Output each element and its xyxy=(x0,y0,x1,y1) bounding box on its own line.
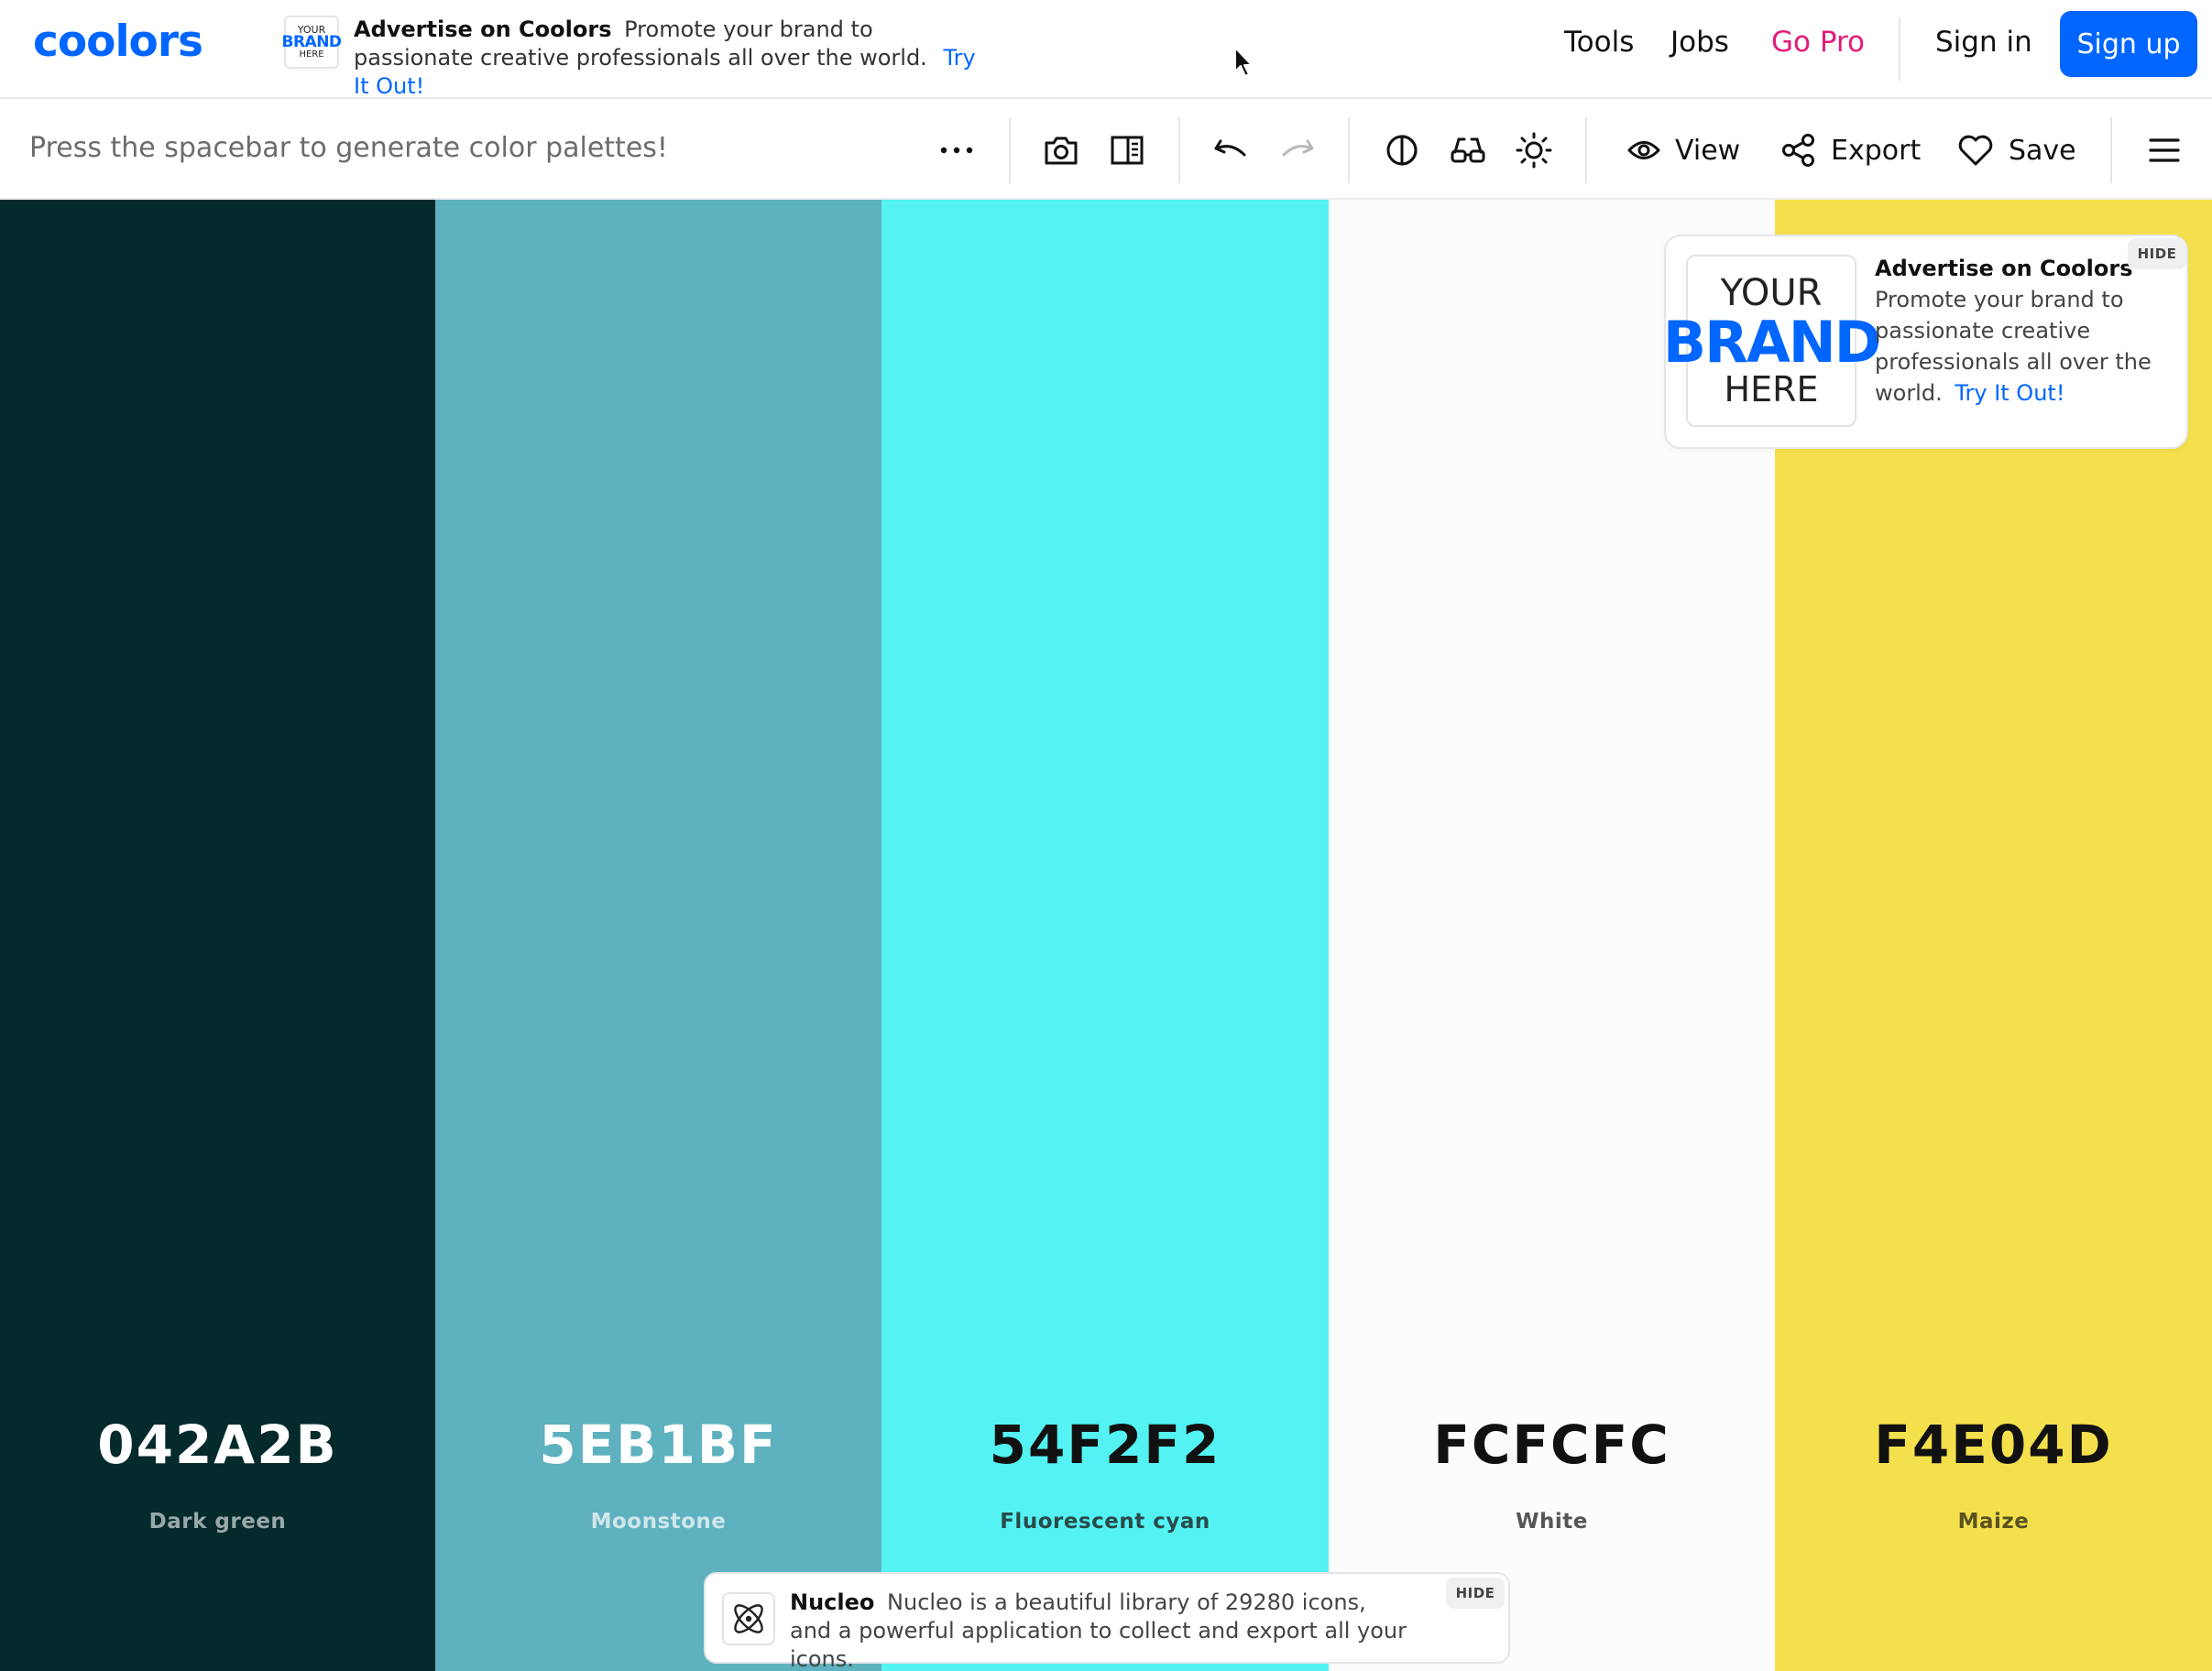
bottom-ad-hide-button[interactable]: HIDE xyxy=(1446,1578,1505,1609)
eye-icon xyxy=(1627,138,1660,162)
save-button[interactable]: Save xyxy=(1957,130,2076,170)
toolbar-divider xyxy=(1009,117,1011,183)
header-ad-title: Advertise on Coolors xyxy=(354,16,612,42)
toolbar-divider xyxy=(1585,117,1587,183)
heart-icon xyxy=(1957,134,1994,167)
swatch-color-name[interactable]: Fluorescent cyan xyxy=(882,1510,1329,1534)
side-ad-link[interactable]: Try It Out! xyxy=(1955,380,2064,406)
nav-tools-link[interactable]: Tools xyxy=(1564,26,1634,59)
toolbar-divider xyxy=(2110,117,2112,183)
brand-your: YOUR xyxy=(1720,271,1823,314)
bottom-ad-title: Nucleo xyxy=(790,1589,875,1615)
save-label: Save xyxy=(2009,134,2076,167)
top-navigation: coolors YOUR BRAND HERE Advertise on Coo… xyxy=(0,0,2212,99)
sidebar-panel-icon[interactable] xyxy=(1107,130,1147,170)
toolbar-divider xyxy=(1348,117,1350,183)
side-ad-hide-button[interactable]: HIDE xyxy=(2128,238,2186,269)
side-ad-brand-image: YOUR BRAND HERE xyxy=(1663,255,1881,427)
bottom-ad-card[interactable]: Nucleo Nucleo is a beautiful library of … xyxy=(704,1572,1510,1671)
nav-divider xyxy=(1899,18,1900,81)
swatch-hex-code[interactable]: FCFCFC xyxy=(1329,1414,1775,1476)
more-dots-icon[interactable] xyxy=(936,130,977,170)
export-label: Export xyxy=(1831,134,1922,167)
sign-up-button[interactable]: Sign up xyxy=(2060,11,2197,77)
swatch-color-name[interactable]: Moonstone xyxy=(435,1510,882,1534)
brand-here: HERE xyxy=(299,49,324,60)
brand-here: HERE xyxy=(1724,368,1819,410)
redo-icon[interactable] xyxy=(1277,130,1318,170)
header-ad-text: Advertise on Coolors Promote your brand … xyxy=(354,16,995,101)
swatch-color-name[interactable]: White xyxy=(1329,1510,1775,1534)
view-label: View xyxy=(1675,134,1741,167)
brand-brand: BRAND xyxy=(1662,308,1881,376)
brightness-icon[interactable] xyxy=(1514,130,1554,170)
menu-icon[interactable] xyxy=(2144,130,2185,170)
swatch-hex-code[interactable]: F4E04D xyxy=(1775,1414,2212,1476)
undo-icon[interactable] xyxy=(1210,130,1251,170)
camera-icon[interactable] xyxy=(1041,130,1081,170)
nucleo-icon xyxy=(722,1592,775,1645)
share-icon xyxy=(1781,133,1816,168)
header-ad[interactable]: YOUR BRAND HERE Advertise on Coolors Pro… xyxy=(281,16,995,101)
side-ad-card[interactable]: YOUR BRAND HERE Advertise on Coolors Pro… xyxy=(1663,235,2188,449)
side-ad-text: Advertise on Coolors Promote your brand … xyxy=(1875,253,2168,409)
glasses-icon[interactable] xyxy=(1448,130,1488,170)
color-swatch-1[interactable]: 042A2B Dark green xyxy=(0,200,435,1671)
side-ad-title: Advertise on Coolors xyxy=(1875,256,2133,281)
coolors-logo[interactable]: coolors xyxy=(33,20,203,63)
swatch-color-name[interactable]: Maize xyxy=(1775,1510,2212,1534)
sign-in-link[interactable]: Sign in xyxy=(1935,26,2032,59)
brand-brand: BRAND xyxy=(281,33,342,51)
toolbar-divider xyxy=(1178,117,1180,183)
swatch-hex-code[interactable]: 54F2F2 xyxy=(882,1414,1329,1476)
swatch-hex-code[interactable]: 042A2B xyxy=(0,1414,435,1476)
bottom-ad-text: Nucleo Nucleo is a beautiful library of … xyxy=(790,1589,1413,1671)
ad-brand-image: YOUR BRAND HERE xyxy=(281,16,342,69)
spacebar-hint: Press the spacebar to generate color pal… xyxy=(29,132,668,164)
swatch-hex-code[interactable]: 5EB1BF xyxy=(435,1414,882,1476)
color-swatch-2[interactable]: 5EB1BF Moonstone xyxy=(435,200,882,1671)
generator-toolbar: Press the spacebar to generate color pal… xyxy=(0,101,2212,200)
nav-go-pro-link[interactable]: Go Pro xyxy=(1771,26,1865,59)
mouse-cursor-icon xyxy=(1233,46,1257,79)
swatch-color-name[interactable]: Dark green xyxy=(0,1510,435,1534)
export-button[interactable]: Export xyxy=(1781,130,1921,170)
view-button[interactable]: View xyxy=(1627,130,1740,170)
color-swatch-3[interactable]: 54F2F2 Fluorescent cyan xyxy=(882,200,1329,1671)
bottom-ad-body: Nucleo is a beautiful library of 29280 i… xyxy=(790,1589,1407,1671)
nav-jobs-link[interactable]: Jobs xyxy=(1670,26,1729,59)
contrast-icon[interactable] xyxy=(1382,130,1422,170)
